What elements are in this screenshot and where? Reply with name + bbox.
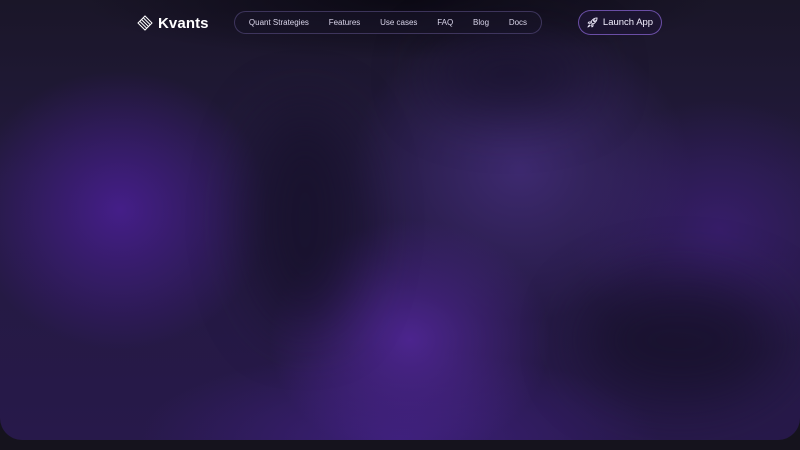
kvants-logo-icon <box>137 15 153 31</box>
hero-shadow-right <box>580 280 780 400</box>
brand-name: Kvants <box>158 14 209 32</box>
nav-link-quant-strategies[interactable]: Quant Strategies <box>249 18 309 27</box>
nav-link-features[interactable]: Features <box>329 18 361 27</box>
navbar: Kvants Quant Strategies Features Use cas… <box>0 0 800 46</box>
main-nav: Quant Strategies Features Use cases FAQ … <box>234 11 542 34</box>
brand-logo[interactable]: Kvants <box>137 13 209 33</box>
nav-link-blog[interactable]: Blog <box>473 18 489 27</box>
nav-link-docs[interactable]: Docs <box>509 18 527 27</box>
rocket-icon <box>587 17 598 28</box>
nav-link-faq[interactable]: FAQ <box>437 18 453 27</box>
launch-app-label: Launch App <box>602 17 654 28</box>
page: Kvants Quant Strategies Features Use cas… <box>0 0 800 450</box>
nav-link-use-cases[interactable]: Use cases <box>380 18 417 27</box>
hero-shadow-left <box>250 110 360 330</box>
launch-app-button[interactable]: Launch App <box>578 10 662 35</box>
hero-shadow-center <box>430 40 590 110</box>
hero-background <box>0 0 800 440</box>
